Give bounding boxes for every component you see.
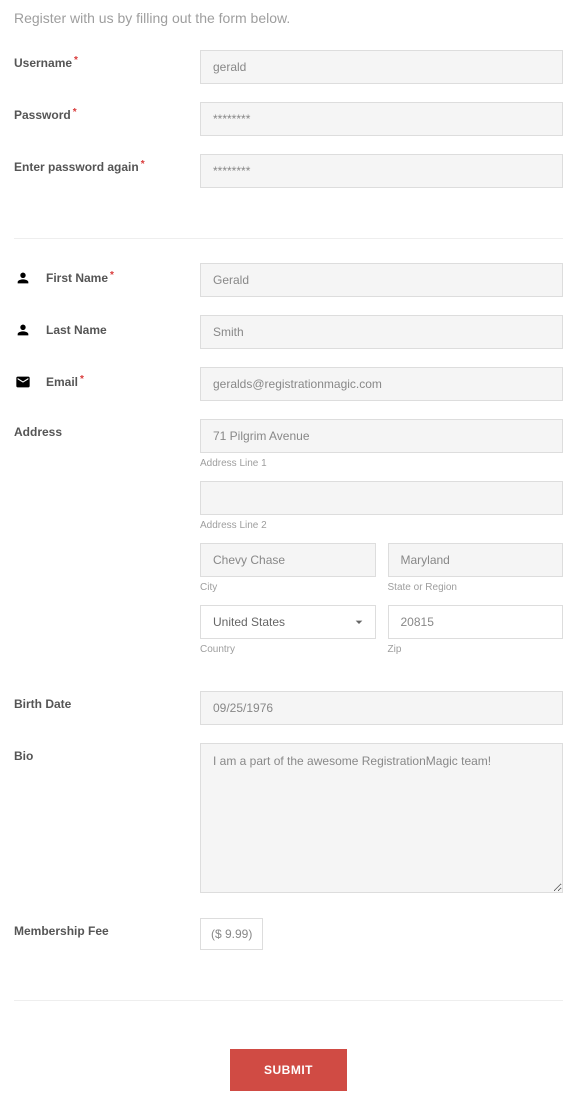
password-input[interactable] — [200, 102, 563, 136]
fee-row: Membership Fee ($ 9.99) — [14, 918, 563, 950]
password-again-label: Enter password again* — [14, 154, 200, 174]
address-line2-input[interactable] — [200, 481, 563, 515]
password-again-row: Enter password again* — [14, 154, 563, 188]
form-intro: Register with us by filling out the form… — [14, 10, 563, 26]
zip-input[interactable] — [388, 605, 564, 639]
required-mark: * — [141, 159, 145, 170]
username-input[interactable] — [200, 50, 563, 84]
personal-section: First Name* Last Name Email* Addre — [14, 263, 563, 988]
first-name-row: First Name* — [14, 263, 563, 297]
section-divider — [14, 1000, 563, 1001]
fee-label: Membership Fee — [14, 918, 200, 938]
email-input[interactable] — [200, 367, 563, 401]
submit-row: SUBMIT — [14, 1025, 563, 1091]
submit-button[interactable]: SUBMIT — [230, 1049, 347, 1091]
addr2-sublabel: Address Line 2 — [200, 520, 563, 531]
country-select[interactable]: United States — [200, 605, 376, 639]
first-name-label: First Name* — [14, 263, 200, 287]
country-sublabel: Country — [200, 644, 376, 655]
person-icon — [14, 321, 32, 339]
bio-textarea[interactable] — [200, 743, 563, 893]
required-mark: * — [80, 374, 84, 385]
password-label: Password* — [14, 102, 200, 122]
email-row: Email* — [14, 367, 563, 401]
state-sublabel: State or Region — [388, 582, 564, 593]
state-input[interactable] — [388, 543, 564, 577]
fee-value: ($ 9.99) — [200, 918, 263, 950]
required-mark: * — [110, 270, 114, 281]
required-mark: * — [74, 55, 78, 66]
person-icon — [14, 269, 32, 287]
username-row: Username* — [14, 50, 563, 84]
city-input[interactable] — [200, 543, 376, 577]
address-row: Address Address Line 1 Address Line 2 Ci… — [14, 419, 563, 667]
section-divider — [14, 238, 563, 239]
email-label: Email* — [14, 367, 200, 391]
addr1-sublabel: Address Line 1 — [200, 458, 563, 469]
username-label: Username* — [14, 50, 200, 70]
birth-date-input[interactable] — [200, 691, 563, 725]
birth-date-label: Birth Date — [14, 691, 200, 711]
bio-row: Bio — [14, 743, 563, 898]
first-name-input[interactable] — [200, 263, 563, 297]
credentials-section: Username* Password* Enter password again… — [14, 50, 563, 226]
address-label: Address — [14, 419, 200, 439]
zip-sublabel: Zip — [388, 644, 564, 655]
required-mark: * — [73, 107, 77, 118]
city-sublabel: City — [200, 582, 376, 593]
birth-date-row: Birth Date — [14, 691, 563, 725]
mail-icon — [14, 373, 32, 391]
last-name-row: Last Name — [14, 315, 563, 349]
password-again-input[interactable] — [200, 154, 563, 188]
last-name-label: Last Name — [14, 315, 200, 339]
bio-label: Bio — [14, 743, 200, 763]
password-row: Password* — [14, 102, 563, 136]
last-name-input[interactable] — [200, 315, 563, 349]
address-line1-input[interactable] — [200, 419, 563, 453]
